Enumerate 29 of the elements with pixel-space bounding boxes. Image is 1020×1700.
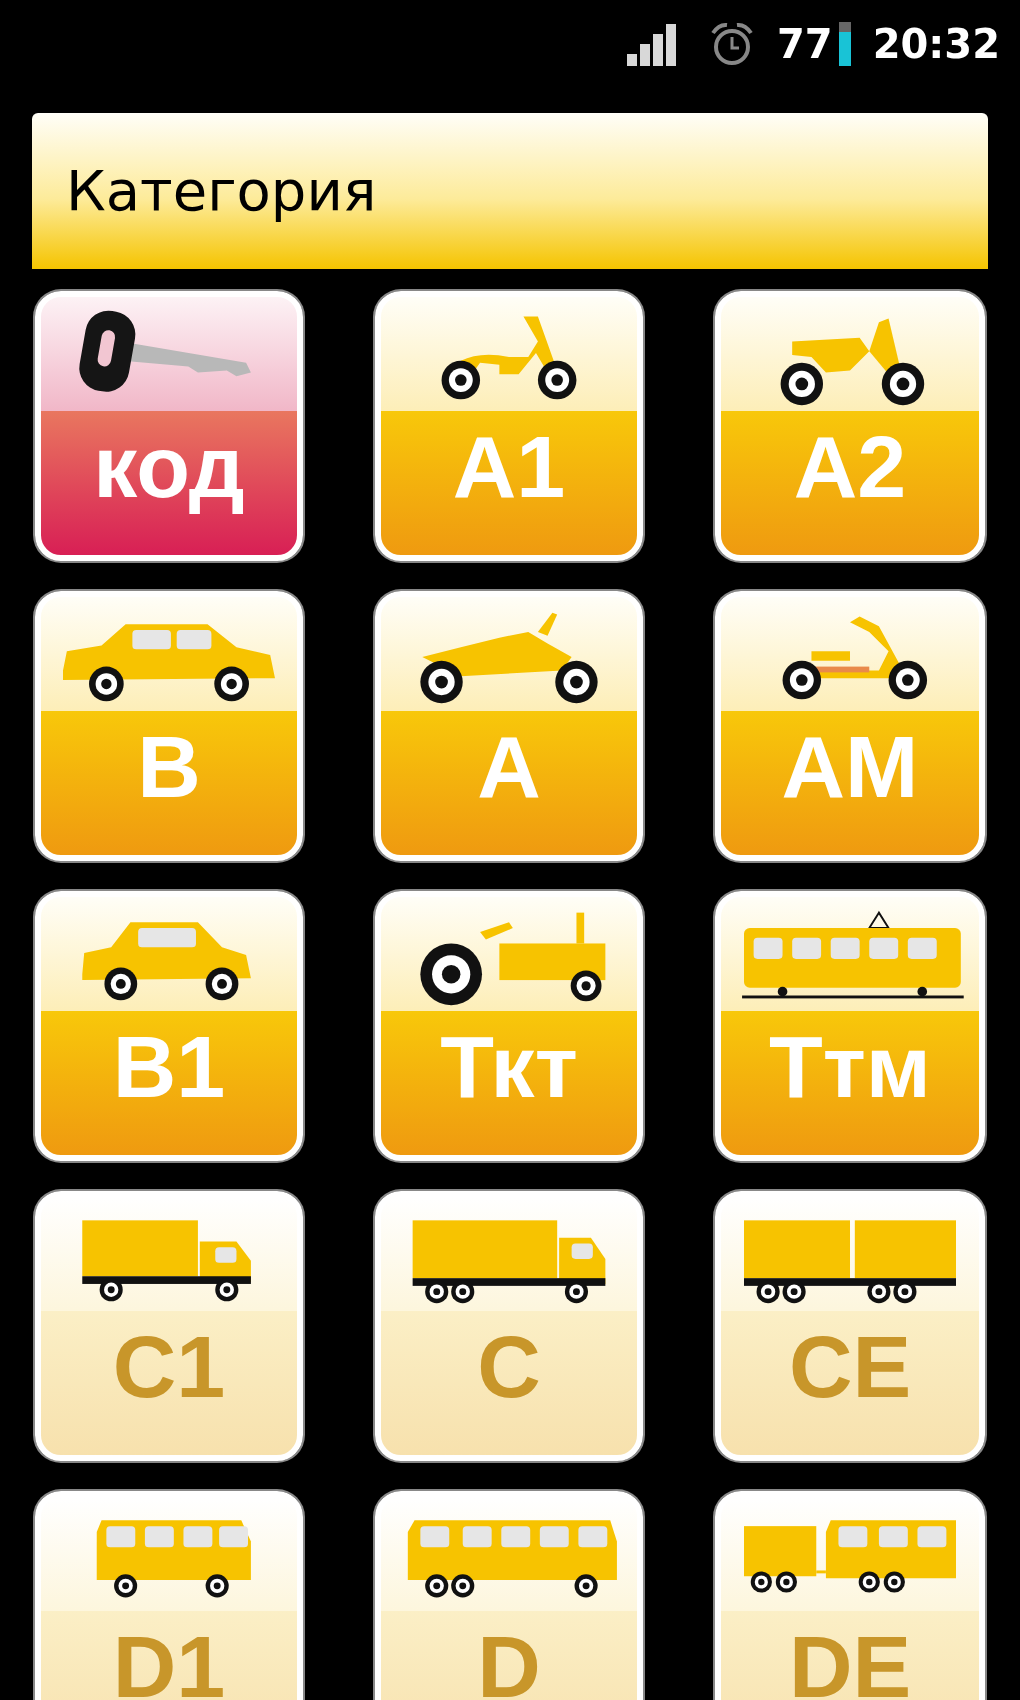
category-label: A2 <box>793 423 907 511</box>
category-label: C1 <box>112 1323 226 1411</box>
category-label: C <box>477 1323 541 1411</box>
category-tile[interactable]: B1 <box>35 891 303 1161</box>
clock-time: 20:32 <box>872 24 1000 64</box>
category-label: B1 <box>112 1023 226 1111</box>
category-tile[interactable]: A1 <box>375 291 643 561</box>
category-label: AM <box>781 723 919 811</box>
header-title: Категория <box>66 157 377 225</box>
category-tile[interactable]: A <box>375 591 643 861</box>
category-tile[interactable]: B <box>35 591 303 861</box>
category-label: Ттм <box>769 1023 931 1111</box>
category-tile[interactable]: Ткт <box>375 891 643 1161</box>
alarm-clock-icon <box>709 21 755 67</box>
category-label: D <box>477 1623 541 1700</box>
category-tile[interactable]: AM <box>715 591 985 861</box>
battery-percent: 77 <box>777 24 833 64</box>
signal-icon <box>627 22 677 66</box>
category-tile[interactable]: код <box>35 291 303 561</box>
category-tile[interactable]: Ттм <box>715 891 985 1161</box>
category-label: Ткт <box>440 1023 578 1111</box>
category-label: CE <box>788 1323 912 1411</box>
category-label: B <box>137 723 201 811</box>
category-label: A <box>477 723 541 811</box>
battery-icon <box>838 22 851 66</box>
category-label: D1 <box>112 1623 226 1700</box>
category-tile[interactable]: A2 <box>715 291 985 561</box>
category-label: A1 <box>452 423 566 511</box>
category-label: DE <box>788 1623 912 1700</box>
